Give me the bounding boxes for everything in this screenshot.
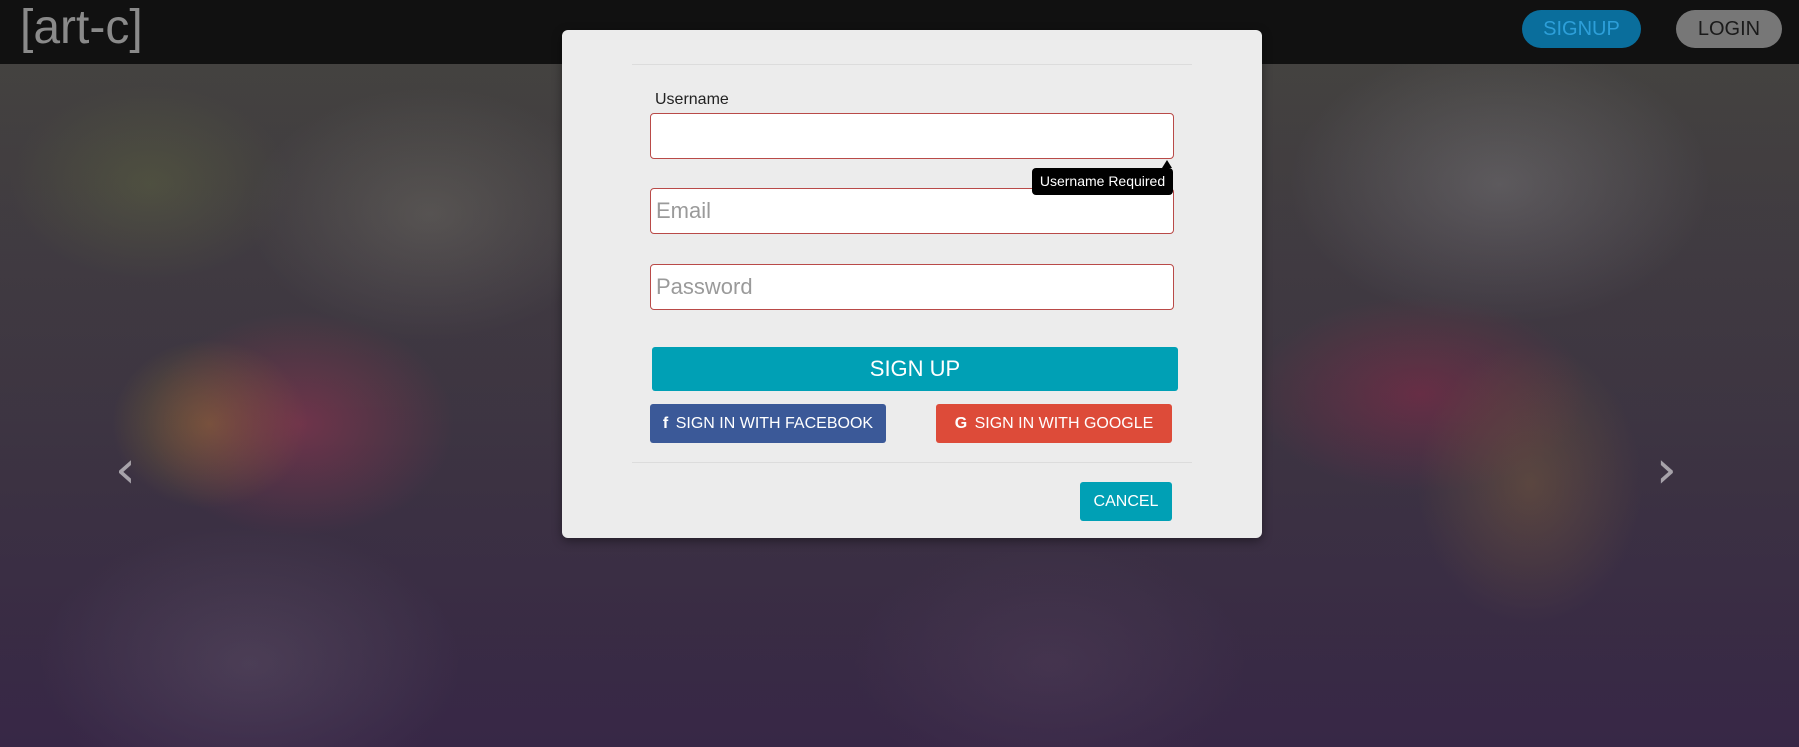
password-input[interactable] [650, 264, 1174, 310]
chevron-right-icon[interactable]: › [1656, 444, 1677, 496]
facebook-signin-label: SIGN IN WITH FACEBOOK [675, 415, 874, 432]
username-required-tooltip: Username Required [1032, 168, 1173, 195]
facebook-signin-button[interactable]: f SIGN IN WITH FACEBOOK [650, 404, 886, 443]
username-label: Username [655, 91, 729, 108]
google-icon: G [954, 415, 968, 432]
username-input[interactable] [650, 113, 1174, 159]
signup-nav-button[interactable]: SIGNUP [1522, 10, 1641, 48]
google-signin-label: SIGN IN WITH GOOGLE [974, 415, 1154, 432]
google-signin-button[interactable]: G SIGN IN WITH GOOGLE [936, 404, 1172, 443]
login-nav-button[interactable]: LOGIN [1676, 10, 1782, 48]
tooltip-arrow [1162, 160, 1172, 168]
modal-footer-divider [632, 462, 1192, 463]
cancel-button[interactable]: CANCEL [1080, 482, 1172, 521]
signup-modal: Username Username Required SIGN UP f SIG… [562, 30, 1262, 538]
chevron-left-icon[interactable]: ‹ [115, 444, 136, 496]
signup-submit-button[interactable]: SIGN UP [652, 347, 1178, 391]
brand-logo[interactable]: [art-c] [20, 0, 143, 56]
facebook-icon: f [662, 415, 669, 432]
modal-header-divider [632, 64, 1192, 65]
